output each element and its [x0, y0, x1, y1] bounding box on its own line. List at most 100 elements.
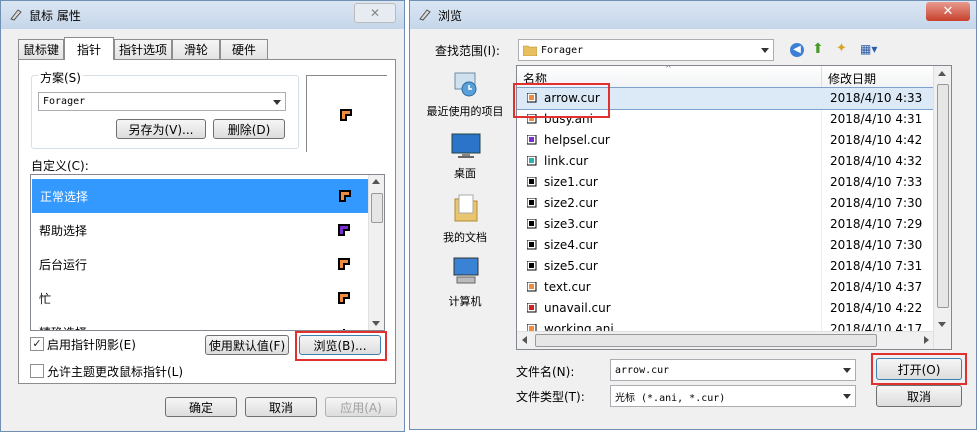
- cursor-item-label: 精确选择: [39, 324, 87, 331]
- file-date: 2018/4/10 7:31: [830, 259, 923, 273]
- tab-buttons[interactable]: 鼠标键: [18, 39, 64, 59]
- places-bar: 最近使用的项目 桌面 我的文档 计算机: [417, 65, 513, 345]
- file-date: 2018/4/10 4:32: [830, 154, 923, 168]
- file-name: size2.cur: [544, 196, 598, 210]
- theme-checkbox[interactable]: [30, 364, 44, 378]
- filetype-dropdown[interactable]: 光标 (*.ani, *.cur): [610, 385, 856, 407]
- place-documents[interactable]: 我的文档: [417, 191, 513, 244]
- place-recent[interactable]: 最近使用的项目: [417, 65, 513, 123]
- cursor-list-item[interactable]: 后台运行: [31, 247, 371, 281]
- ok-button[interactable]: 确定: [165, 397, 237, 417]
- customize-label: 自定义(C):: [31, 159, 89, 173]
- theme-checkbox-label[interactable]: 允许主题更改鼠标指针(L): [47, 363, 183, 380]
- filename-input[interactable]: arrow.cur: [610, 359, 856, 381]
- cancel-button[interactable]: 取消: [876, 385, 962, 407]
- scroll-thumb[interactable]: [371, 193, 383, 223]
- apply-button[interactable]: 应用(A): [325, 397, 397, 417]
- scheme-dropdown[interactable]: Forager: [38, 92, 286, 111]
- open-button[interactable]: 打开(O): [876, 358, 962, 380]
- file-row[interactable]: helpsel.cur 2018/4/10 4:42: [517, 130, 934, 151]
- vertical-scrollbar[interactable]: [933, 66, 951, 349]
- cursor-file-icon: [527, 177, 537, 187]
- cursor-icon: [338, 224, 350, 236]
- file-date: 2018/4/10 4:42: [830, 133, 923, 147]
- chevron-down-icon[interactable]: [273, 99, 281, 105]
- browse-button[interactable]: 浏览(B)...: [299, 335, 381, 355]
- filename-value: arrow.cur: [615, 364, 670, 376]
- title-bar[interactable]: 浏览 ✕: [410, 1, 976, 29]
- file-list[interactable]: 名称 ^ 修改日期 arrow.cur 2018/4/10 4:33 busy.an…: [516, 65, 952, 350]
- scroll-down-icon[interactable]: [938, 322, 946, 327]
- view-menu-icon[interactable]: ▦▾: [860, 42, 886, 57]
- file-name: text.cur: [544, 280, 591, 294]
- tab-pointer-options[interactable]: 指针选项: [114, 39, 172, 59]
- file-name: arrow.cur: [544, 91, 600, 105]
- column-header-name[interactable]: 名称 ^: [517, 66, 822, 88]
- cursor-file-icon: [527, 156, 537, 166]
- cursor-list[interactable]: 正常选择帮助选择后台运行忙精确选择: [30, 174, 385, 331]
- recent-items-icon: [454, 72, 477, 97]
- file-row[interactable]: size2.cur 2018/4/10 7:30: [517, 193, 934, 214]
- title-bar[interactable]: 鼠标 属性 ✕: [1, 1, 404, 29]
- scroll-thumb[interactable]: [937, 84, 949, 308]
- up-folder-icon[interactable]: ⬆: [812, 41, 828, 57]
- cursor-file-icon: [527, 135, 537, 145]
- file-date: 2018/4/10 4:33: [830, 91, 923, 105]
- cursor-item-label: 忙: [39, 291, 52, 306]
- documents-folder-icon: [454, 194, 478, 222]
- file-row[interactable]: link.cur 2018/4/10 4:32: [517, 151, 934, 172]
- place-label: 桌面: [454, 167, 476, 180]
- scroll-thumb[interactable]: [535, 334, 877, 347]
- list-scrollbar[interactable]: [368, 175, 384, 330]
- cursor-file-icon: [527, 114, 537, 124]
- file-row[interactable]: size1.cur 2018/4/10 7:33: [517, 172, 934, 193]
- chevron-down-icon[interactable]: [761, 48, 769, 53]
- file-name: helpsel.cur: [544, 133, 610, 147]
- scroll-left-icon[interactable]: [522, 336, 527, 344]
- close-button[interactable]: ✕: [354, 3, 396, 23]
- file-row[interactable]: text.cur 2018/4/10 4:37: [517, 277, 934, 298]
- cursor-list-item[interactable]: 帮助选择: [31, 213, 371, 247]
- file-row[interactable]: size4.cur 2018/4/10 7:30: [517, 235, 934, 256]
- file-row[interactable]: arrow.cur 2018/4/10 4:33: [517, 87, 935, 110]
- tab-wheel[interactable]: 滑轮: [172, 39, 220, 59]
- chevron-down-icon[interactable]: [843, 394, 851, 399]
- cursor-list-item[interactable]: 精确选择: [31, 315, 371, 331]
- chevron-down-icon[interactable]: [843, 368, 851, 373]
- scroll-up-icon[interactable]: [372, 179, 380, 184]
- file-row[interactable]: size3.cur 2018/4/10 7:29: [517, 214, 934, 235]
- file-name: busy.ani: [544, 112, 593, 126]
- cursor-preview: [306, 75, 387, 152]
- scroll-up-icon[interactable]: [938, 71, 946, 76]
- place-computer[interactable]: 计算机: [417, 255, 513, 308]
- file-name: size3.cur: [544, 217, 598, 231]
- cursor-file-icon: [527, 240, 537, 250]
- scroll-down-icon[interactable]: [372, 321, 380, 326]
- file-row[interactable]: unavail.cur 2018/4/10 4:22: [517, 298, 934, 319]
- new-folder-icon[interactable]: ✦: [836, 41, 852, 57]
- horizontal-scrollbar[interactable]: [517, 331, 934, 349]
- file-name: link.cur: [544, 154, 589, 168]
- folder-icon: [523, 45, 537, 56]
- place-desktop[interactable]: 桌面: [417, 129, 513, 181]
- cursor-list-item[interactable]: 忙: [31, 281, 371, 315]
- use-default-button[interactable]: 使用默认值(F): [205, 335, 289, 355]
- back-icon[interactable]: ◀: [790, 43, 804, 57]
- column-header-modified[interactable]: 修改日期: [822, 66, 951, 88]
- save-as-button[interactable]: 另存为(V)...: [116, 119, 206, 139]
- place-label: 最近使用的项目: [426, 105, 504, 118]
- shadow-checkbox[interactable]: ✓: [30, 337, 44, 351]
- cursor-list-item[interactable]: 正常选择: [32, 179, 372, 213]
- tab-hardware[interactable]: 硬件: [220, 39, 268, 59]
- delete-button[interactable]: 删除(D): [213, 119, 285, 139]
- file-row[interactable]: size5.cur 2018/4/10 7:31: [517, 256, 934, 277]
- lookin-dropdown[interactable]: Forager: [518, 39, 774, 61]
- file-name: size1.cur: [544, 175, 598, 189]
- cancel-button[interactable]: 取消: [245, 397, 317, 417]
- scroll-right-icon[interactable]: [924, 336, 929, 344]
- file-row[interactable]: busy.ani 2018/4/10 4:31: [517, 109, 934, 130]
- mouse-icon: [419, 9, 431, 21]
- shadow-checkbox-label[interactable]: 启用指针阴影(E): [47, 336, 136, 353]
- tab-pointers[interactable]: 指针: [64, 37, 114, 60]
- close-button[interactable]: ✕: [926, 2, 970, 21]
